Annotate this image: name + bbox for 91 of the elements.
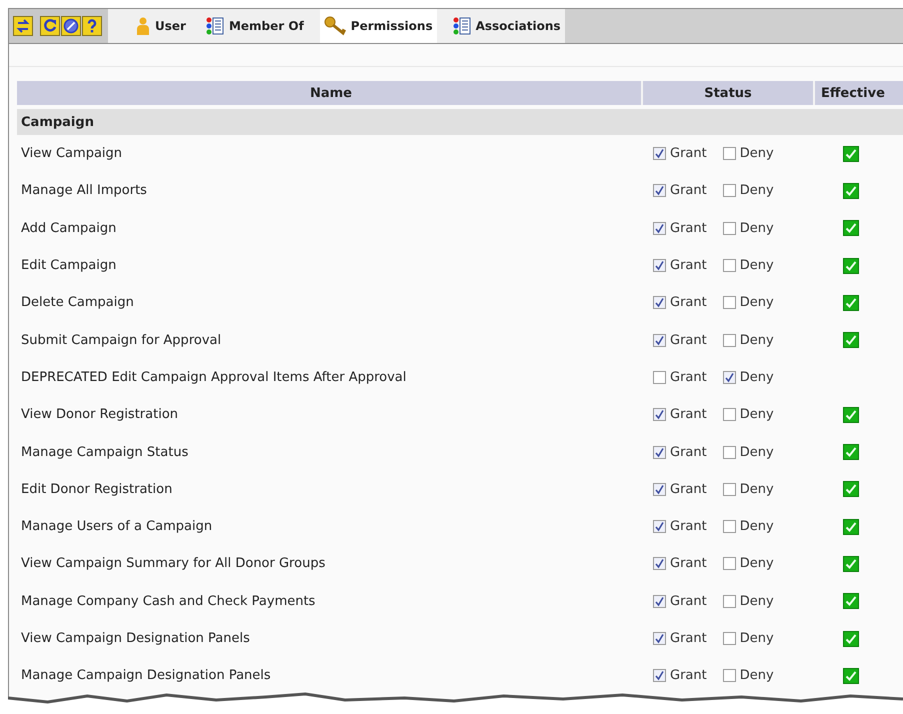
permission-name: Submit Campaign for Approval <box>21 332 222 348</box>
checkbox[interactable] <box>653 632 666 645</box>
column-header: Effective <box>820 84 886 102</box>
column-header: Name <box>17 81 643 105</box>
checkbox[interactable] <box>722 669 736 682</box>
checkbox[interactable] <box>722 334 736 347</box>
permission-name: Manage Campaign Designation Panels <box>21 668 271 684</box>
key-icon <box>324 16 346 36</box>
checkbox-label: Deny <box>740 556 774 572</box>
permission-name: Add Campaign <box>21 220 116 236</box>
permission-name: Edit Donor Registration <box>21 482 172 497</box>
checkbox[interactable] <box>722 147 736 160</box>
checkbox[interactable] <box>722 184 736 198</box>
checkbox-label: Deny <box>740 444 774 460</box>
checkbox-label: Grant <box>670 594 707 609</box>
checkbox-label: Grant <box>670 556 707 572</box>
checkbox[interactable] <box>722 594 736 608</box>
tab[interactable]: Associations <box>448 9 565 43</box>
permission-name: Manage All Imports <box>21 183 147 198</box>
refresh-icon[interactable] <box>40 16 60 36</box>
checkbox-label: Deny <box>740 631 774 646</box>
checkbox[interactable] <box>653 594 666 608</box>
user-icon <box>136 17 150 35</box>
checkbox-label: Grant <box>670 519 707 534</box>
checkbox-label: Deny <box>740 258 774 274</box>
checkbox[interactable] <box>722 482 736 496</box>
checkbox-label: Grant <box>670 631 707 646</box>
checkbox[interactable] <box>653 184 666 198</box>
group-label: Campaign <box>21 114 94 130</box>
checkbox[interactable] <box>653 370 666 384</box>
checkbox-label: Grant <box>670 370 707 385</box>
permission-name: Manage Company Cash and Check Payments <box>21 594 316 609</box>
checkbox-label: Grant <box>670 332 707 348</box>
permission-name: Manage Users of a Campaign <box>21 519 212 534</box>
checkbox[interactable] <box>722 370 736 384</box>
tab[interactable]: Member Of <box>202 9 308 43</box>
checkbox-label: Deny <box>740 332 774 348</box>
permission-name: View Donor Registration <box>21 407 178 422</box>
checkbox-label: Deny <box>740 370 774 385</box>
list-icon <box>452 17 471 35</box>
checkbox-label: Grant <box>670 482 707 497</box>
checkbox-label: Grant <box>670 220 707 236</box>
checkbox[interactable] <box>653 446 666 459</box>
tab[interactable]: User <box>132 9 190 43</box>
checkbox[interactable] <box>722 632 736 645</box>
checkbox[interactable] <box>653 296 666 310</box>
checkbox-label: Grant <box>670 258 707 274</box>
checkbox-label: Deny <box>740 668 774 684</box>
checkbox-label: Deny <box>740 295 774 310</box>
checkbox[interactable] <box>653 557 666 570</box>
permission-name: View Campaign Designation Panels <box>21 631 250 646</box>
checkbox[interactable] <box>653 259 666 272</box>
checkbox[interactable] <box>653 669 666 682</box>
checkbox[interactable] <box>722 222 736 235</box>
checkbox-label: Deny <box>740 220 774 236</box>
cancel-icon[interactable] <box>61 16 81 36</box>
checkbox[interactable] <box>722 520 736 534</box>
checkbox[interactable] <box>653 147 666 160</box>
checkbox[interactable] <box>722 296 736 310</box>
checkbox[interactable] <box>722 557 736 570</box>
column-header: Status <box>643 81 815 105</box>
checkbox-label: Deny <box>740 482 774 497</box>
checkbox[interactable] <box>722 259 736 272</box>
checkbox-label: Deny <box>740 407 774 422</box>
checkbox[interactable] <box>722 408 736 422</box>
checkbox[interactable] <box>653 334 666 347</box>
checkbox-label: Grant <box>670 668 707 684</box>
checkbox-label: Grant <box>670 407 707 422</box>
checkbox-label: Grant <box>670 146 707 162</box>
permission-name: View Campaign Summary for All Donor Groups <box>21 556 326 572</box>
checkbox[interactable] <box>653 520 666 534</box>
help-icon[interactable] <box>82 16 102 36</box>
checkbox-label: Grant <box>670 183 707 198</box>
checkbox[interactable] <box>653 482 666 496</box>
permission-name: Edit Campaign <box>21 258 116 274</box>
list-icon <box>206 17 224 35</box>
permission-name: Delete Campaign <box>21 295 134 310</box>
permission-name: DEPRECATED Edit Campaign Approval Items After Approval <box>21 370 406 385</box>
permission-name: View Campaign <box>21 146 122 162</box>
tab[interactable]: Permissions <box>320 9 437 43</box>
checkbox[interactable] <box>722 446 736 459</box>
checkbox-label: Deny <box>740 594 774 609</box>
checkbox-label: Deny <box>740 519 774 534</box>
checkbox-label: Deny <box>740 146 774 162</box>
checkbox-label: Deny <box>740 183 774 198</box>
checkbox[interactable] <box>653 222 666 235</box>
permission-name: Manage Campaign Status <box>21 444 188 460</box>
checkbox-label: Grant <box>670 295 707 310</box>
checkbox-label: Grant <box>670 444 707 460</box>
swap-icon[interactable] <box>13 16 33 36</box>
checkbox[interactable] <box>653 408 666 422</box>
